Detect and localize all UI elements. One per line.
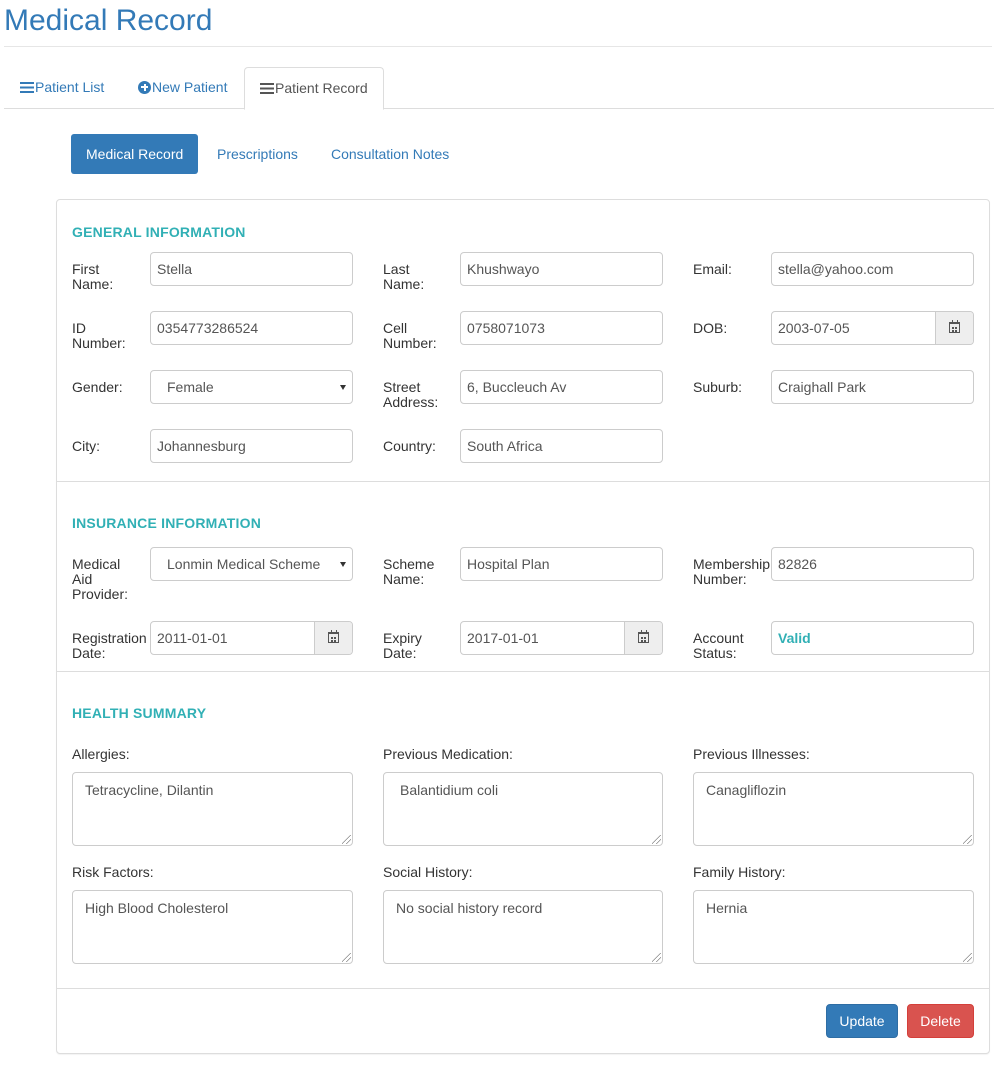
medical-aid-provider-select[interactable]: Lonmin Medical Scheme bbox=[150, 547, 353, 581]
allergies-textarea[interactable]: Tetracycline, Dilantin bbox=[72, 772, 353, 846]
country-label: Country: bbox=[383, 438, 436, 454]
caret-down-icon bbox=[340, 562, 346, 567]
plus-circle-icon bbox=[138, 80, 151, 94]
street-address-label: Street Address: bbox=[383, 379, 439, 410]
family-history-value: Hernia bbox=[706, 900, 748, 916]
family-history-label: Family History: bbox=[693, 864, 786, 880]
dob-date-input[interactable]: 2003-07-05 bbox=[771, 311, 974, 345]
social-history-textarea[interactable]: No social history record bbox=[383, 890, 663, 964]
dob-field[interactable]: 2003-07-05 bbox=[778, 312, 850, 344]
delete-button[interactable]: Delete bbox=[907, 1004, 974, 1038]
expiry-date-label: Expiry Date: bbox=[383, 630, 422, 661]
medical-record-panel: GENERAL INFORMATION First Name: Stella La… bbox=[56, 199, 990, 1054]
gender-value: Female bbox=[167, 379, 214, 395]
page-title: Medical Record bbox=[4, 4, 213, 37]
section-divider bbox=[57, 988, 989, 989]
scheme-name-field[interactable]: Hospital Plan bbox=[460, 547, 663, 581]
account-status-label: Account Status: bbox=[693, 630, 744, 661]
tab-patient-list[interactable]: Patient List bbox=[20, 67, 104, 109]
section-divider bbox=[57, 481, 989, 482]
section-title-health: HEALTH SUMMARY bbox=[72, 705, 207, 721]
previous-illnesses-textarea[interactable]: Canagliflozin bbox=[693, 772, 974, 846]
tab-patient-record[interactable]: Patient Record bbox=[244, 67, 384, 110]
first-name-label: First Name: bbox=[72, 261, 114, 292]
id-number-label: ID Number: bbox=[72, 320, 126, 351]
resize-handle-icon[interactable] bbox=[652, 835, 661, 844]
tab-patient-list-label: Patient List bbox=[35, 79, 105, 95]
account-status-field: Valid bbox=[771, 621, 974, 655]
expiry-date-field[interactable]: 2017-01-01 bbox=[467, 622, 539, 654]
resize-handle-icon[interactable] bbox=[342, 835, 351, 844]
main-tabs: Patient List New Patient Patient Record bbox=[4, 67, 994, 110]
dob-label: DOB: bbox=[693, 320, 728, 336]
registration-date-input[interactable]: 2011-01-01 bbox=[150, 621, 353, 655]
calendar-icon bbox=[949, 320, 960, 333]
allergies-value: Tetracycline, Dilantin bbox=[85, 782, 214, 798]
risk-factors-value: High Blood Cholesterol bbox=[85, 900, 229, 916]
list-icon bbox=[20, 81, 34, 93]
city-label: City: bbox=[72, 438, 100, 454]
family-history-textarea[interactable]: Hernia bbox=[693, 890, 974, 964]
country-field[interactable]: South Africa bbox=[460, 429, 663, 463]
previous-illnesses-value: Canagliflozin bbox=[706, 782, 787, 798]
medical-aid-provider-label: Medical Aid Provider: bbox=[72, 556, 129, 602]
gender-select[interactable]: Female bbox=[150, 370, 353, 404]
risk-factors-label: Risk Factors: bbox=[72, 864, 154, 880]
gender-label: Gender: bbox=[72, 379, 123, 395]
previous-medication-value: Balantidium coli bbox=[400, 782, 499, 798]
resize-handle-icon[interactable] bbox=[342, 953, 351, 962]
title-divider bbox=[4, 46, 992, 47]
tab-new-patient[interactable]: New Patient bbox=[138, 67, 227, 109]
risk-factors-textarea[interactable]: High Blood Cholesterol bbox=[72, 890, 353, 964]
section-title-insurance: INSURANCE INFORMATION bbox=[72, 515, 262, 531]
resize-handle-icon[interactable] bbox=[963, 953, 972, 962]
section-divider bbox=[57, 671, 989, 672]
calendar-icon bbox=[328, 630, 339, 643]
last-name-label: Last Name: bbox=[383, 261, 425, 292]
medical-aid-provider-value: Lonmin Medical Scheme bbox=[167, 556, 321, 572]
update-button[interactable]: Update bbox=[826, 1004, 898, 1038]
tab-patient-record-label: Patient Record bbox=[275, 80, 368, 96]
previous-medication-label: Previous Medication: bbox=[383, 746, 513, 762]
registration-date-field[interactable]: 2011-01-01 bbox=[157, 622, 228, 654]
suburb-label: Suburb: bbox=[693, 379, 743, 395]
previous-illnesses-label: Previous Illnesses: bbox=[693, 746, 810, 762]
email-label: Email: bbox=[693, 261, 732, 277]
cell-number-label: Cell Number: bbox=[383, 320, 437, 351]
id-number-field[interactable]: 0354773286524 bbox=[150, 311, 353, 345]
expiry-calendar-button[interactable] bbox=[624, 622, 662, 654]
social-history-value: No social history record bbox=[396, 900, 543, 916]
suburb-field[interactable]: Craighall Park bbox=[771, 370, 974, 404]
scheme-name-label: Scheme Name: bbox=[383, 556, 435, 587]
previous-medication-textarea[interactable]: Balantidium coli bbox=[383, 772, 663, 846]
calendar-icon bbox=[638, 630, 649, 643]
registration-date-label: Registration Date: bbox=[72, 630, 147, 661]
membership-number-field[interactable]: 82826 bbox=[771, 547, 974, 581]
resize-handle-icon[interactable] bbox=[652, 953, 661, 962]
tab-new-patient-label: New Patient bbox=[152, 79, 228, 95]
resize-handle-icon[interactable] bbox=[963, 835, 972, 844]
registration-calendar-button[interactable] bbox=[314, 622, 352, 654]
caret-down-icon bbox=[340, 385, 346, 390]
social-history-label: Social History: bbox=[383, 864, 473, 880]
expiry-date-input[interactable]: 2017-01-01 bbox=[460, 621, 663, 655]
street-address-field[interactable]: 6, Buccleuch Av bbox=[460, 370, 663, 404]
email-field[interactable]: stella@yahoo.com bbox=[771, 252, 974, 286]
city-field[interactable]: Johannesburg bbox=[150, 429, 353, 463]
section-title-general: GENERAL INFORMATION bbox=[72, 224, 246, 240]
first-name-field[interactable]: Stella bbox=[150, 252, 353, 286]
subtab-prescriptions[interactable]: Prescriptions bbox=[202, 134, 313, 174]
cell-number-field[interactable]: 0758071073 bbox=[460, 311, 663, 345]
allergies-label: Allergies: bbox=[72, 746, 130, 762]
membership-number-label: Membership Number: bbox=[693, 556, 771, 587]
subtab-consultation-notes[interactable]: Consultation Notes bbox=[316, 134, 464, 174]
last-name-field[interactable]: Khushwayo bbox=[460, 252, 663, 286]
subtab-medical-record[interactable]: Medical Record bbox=[71, 134, 199, 174]
list-icon bbox=[260, 82, 274, 94]
dob-calendar-button[interactable] bbox=[935, 312, 973, 344]
